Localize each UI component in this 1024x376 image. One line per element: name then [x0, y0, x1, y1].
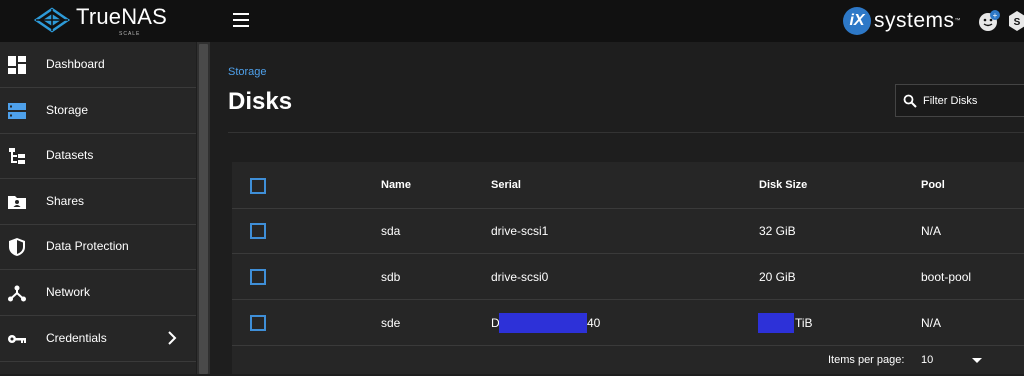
title-divider: [228, 132, 1024, 133]
breadcrumb[interactable]: Storage: [228, 66, 267, 78]
select-all-checkbox[interactable]: [250, 178, 266, 194]
sidebar-item-datasets[interactable]: Datasets: [0, 133, 196, 179]
disk-pool: N/A: [921, 316, 942, 330]
ixsystems-logo[interactable]: iX systems ™: [843, 6, 961, 36]
sidebar-item-data-protection[interactable]: Data Protection: [0, 224, 196, 270]
hamburger-menu-icon[interactable]: [233, 13, 249, 27]
disk-name: sde: [381, 316, 401, 330]
svg-text:+: +: [993, 11, 998, 20]
sidebar-item-label: Datasets: [46, 148, 94, 162]
truenas-logo[interactable]: TrueNAS SCALE: [34, 4, 174, 37]
disk-name: sda: [381, 224, 401, 238]
svg-text:S: S: [1014, 17, 1021, 28]
sidebar-item-credentials[interactable]: Credentials: [0, 316, 196, 362]
disks-table: Name Serial Disk Size Pool sda drive-scs…: [232, 162, 1024, 374]
shield-icon: [9, 238, 25, 256]
truecommand-icon[interactable]: S: [1008, 10, 1024, 32]
table-paginator: Items per page: 10: [232, 346, 1024, 376]
row-checkbox[interactable]: [250, 223, 266, 239]
table-header-row: Name Serial Disk Size Pool: [232, 162, 1024, 209]
sidebar-item-label: Storage: [46, 103, 89, 117]
dashboard-icon: [8, 56, 26, 74]
feedback-icon[interactable]: +: [977, 10, 1001, 32]
sidebar-item-network[interactable]: Network: [0, 270, 196, 316]
redaction-mark: [758, 313, 794, 333]
disk-name: sdb: [381, 270, 401, 284]
disk-size: 20 GiB: [759, 270, 796, 284]
top-bar: TrueNAS SCALE iX systems ™ + S: [0, 0, 1024, 42]
column-header-serial[interactable]: Serial: [491, 179, 521, 191]
disk-serial-suffix: 40: [587, 316, 601, 330]
sidebar-item-label: Credentials: [46, 331, 107, 345]
row-checkbox[interactable]: [250, 269, 266, 285]
disk-pool: N/A: [921, 224, 942, 238]
table-row[interactable]: sde D 40 TiB N/A: [232, 300, 1024, 346]
table-row[interactable]: sda drive-scsi1 32 GiB N/A: [232, 208, 1024, 254]
sidebar-item-dashboard[interactable]: Dashboard: [0, 42, 196, 88]
key-icon: [8, 335, 26, 343]
table-row[interactable]: sdb drive-scsi0 20 GiB boot-pool: [232, 254, 1024, 300]
sidebar-item-label: Shares: [46, 194, 85, 208]
sidebar-scrollbar-thumb[interactable]: [199, 44, 208, 374]
disk-serial: drive-scsi1: [491, 224, 549, 238]
row-checkbox[interactable]: [250, 315, 266, 331]
datasets-icon: [9, 148, 25, 164]
filter-placeholder: Filter Disks: [923, 95, 978, 107]
chevron-down-icon: [972, 358, 982, 363]
vendor-word: systems: [874, 9, 955, 32]
sidebar-scrollbar[interactable]: [197, 42, 210, 374]
page-title: Disks: [228, 88, 293, 115]
filter-disks-input[interactable]: Filter Disks: [895, 84, 1024, 117]
truenas-logo-icon: [34, 7, 70, 33]
sidebar: Dashboard Storage Datasets Shares Data P…: [0, 42, 196, 374]
sidebar-item-label: Data Protection: [46, 239, 129, 253]
sidebar-item-shares[interactable]: Shares: [0, 179, 196, 225]
column-header-pool[interactable]: Pool: [921, 179, 945, 191]
vendor-trademark: ™: [954, 18, 961, 24]
sidebar-item-label: Dashboard: [46, 57, 105, 71]
items-per-page-value: 10: [921, 354, 934, 366]
brand-edition: SCALE: [119, 31, 141, 37]
column-header-disk-size[interactable]: Disk Size: [759, 179, 807, 191]
redaction-mark: [499, 313, 587, 333]
storage-icon: [8, 103, 26, 119]
disk-size: 32 GiB: [759, 224, 796, 238]
network-icon: [8, 285, 26, 302]
sidebar-item-label: Network: [46, 285, 91, 299]
disk-size-suffix: TiB: [795, 316, 813, 330]
shares-icon: [8, 196, 26, 209]
chevron-right-icon: [168, 331, 177, 345]
ix-mark: iX: [843, 7, 871, 35]
disk-serial: drive-scsi0: [491, 270, 549, 284]
column-header-name[interactable]: Name: [381, 179, 411, 191]
search-icon: [903, 94, 917, 108]
brand-name: TrueNAS: [76, 4, 168, 29]
disk-pool: boot-pool: [921, 270, 972, 284]
sidebar-item-storage[interactable]: Storage: [0, 88, 196, 134]
items-per-page-label: Items per page:: [828, 354, 905, 366]
